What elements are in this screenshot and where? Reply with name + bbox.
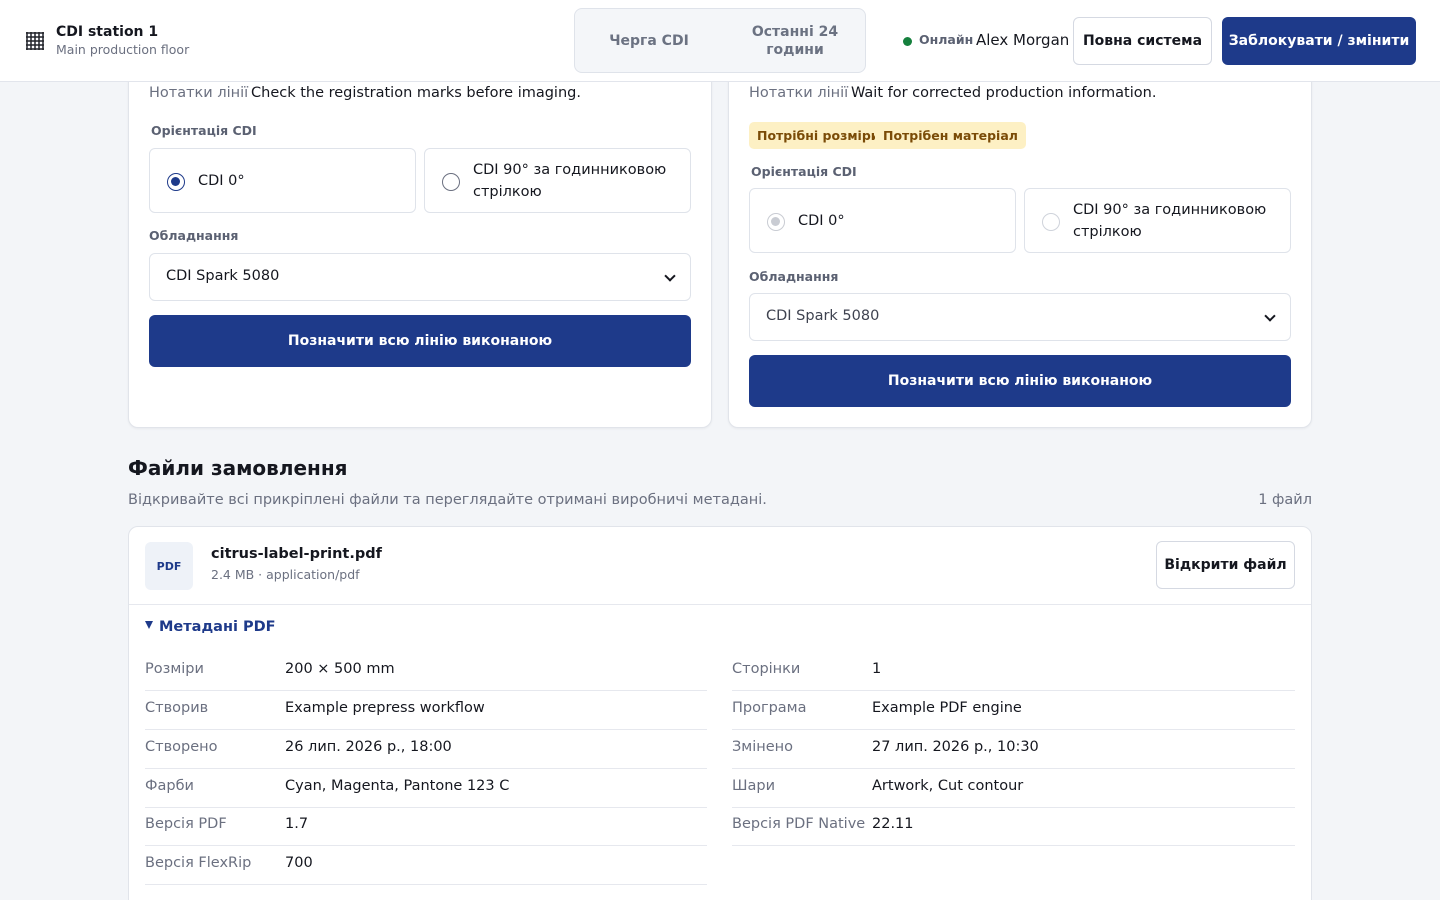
line-notes-value: Wait for corrected production informatio…: [851, 85, 1157, 101]
divider: [129, 604, 1311, 605]
metadata-value: 27 лип. 2026 р., 10:30: [872, 739, 1039, 755]
radio-unchecked-disabled-icon[interactable]: [1042, 213, 1060, 231]
mark-line-done-button[interactable]: Позначити всю лінію виконаною: [749, 355, 1291, 407]
online-status-dot-icon: [903, 37, 912, 46]
metadata-row: Версія FlexRip 700: [145, 846, 707, 885]
metadata-key: Версія PDF Native: [732, 816, 866, 832]
metadata-value: Cyan, Magenta, Pantone 123 C: [285, 778, 510, 794]
metadata-value: Example PDF engine: [872, 700, 1022, 716]
line-card: Нотатки лінії Check the registration mar…: [128, 60, 712, 428]
metadata-key: Сторінки: [732, 661, 801, 677]
metadata-key: Версія PDF: [145, 816, 227, 832]
metadata-row: Розміри 200 × 500 mm: [145, 652, 707, 691]
line-notes-label: Нотатки лінії: [149, 85, 249, 101]
metadata-key: Шари: [732, 778, 776, 794]
radio-unchecked-icon[interactable]: [442, 173, 460, 191]
metadata-key: Розміри: [145, 661, 204, 677]
tab-last-24-hours-label: Останні 24 години: [751, 23, 839, 58]
metadata-value: Example prepress workflow: [285, 700, 485, 716]
mark-line-done-button[interactable]: Позначити всю лінію виконаною: [149, 315, 691, 367]
online-status-label: Онлайн: [919, 32, 974, 47]
orientation-option-label: CDI 0°: [798, 213, 845, 229]
station-grid-icon: [26, 32, 44, 50]
pdf-metadata-toggle[interactable]: Метадані PDF: [145, 619, 276, 635]
metadata-key: Фарби: [145, 778, 194, 794]
equipment-label: Обладнання: [749, 269, 839, 284]
triangle-down-icon: [145, 621, 153, 629]
view-tabs: Черга CDI Останні 24 години: [574, 8, 866, 73]
metadata-row: Створив Example prepress workflow: [145, 691, 707, 730]
orientation-label: Орієнтація CDI: [151, 123, 257, 138]
orientation-option-label: CDI 90° за годинниковою стрілкою: [473, 162, 667, 200]
chevron-down-icon: [1264, 310, 1276, 322]
file-name: citrus-label-print.pdf: [211, 546, 382, 562]
metadata-value: 200 × 500 mm: [285, 661, 395, 677]
metadata-key: Створено: [145, 739, 218, 755]
equipment-select-value: CDI Spark 5080: [166, 268, 280, 284]
metadata-key: Програма: [732, 700, 807, 716]
lock-change-button[interactable]: Заблокувати / змінити: [1222, 17, 1416, 65]
open-file-button[interactable]: Відкрити файл: [1156, 541, 1295, 589]
chevron-down-icon: [664, 270, 676, 282]
metadata-row: Сторінки 1: [732, 652, 1295, 691]
radio-checked-disabled-icon[interactable]: [767, 213, 785, 231]
top-bar: CDI station 1 Main production floor Черг…: [0, 0, 1440, 82]
metadata-row: Програма Example PDF engine: [732, 691, 1295, 730]
pdf-file-icon: PDF: [145, 542, 193, 590]
radio-checked-icon[interactable]: [167, 173, 185, 191]
metadata-key: Створив: [145, 700, 209, 716]
equipment-select[interactable]: CDI Spark 5080: [749, 293, 1291, 341]
metadata-value: 22.11: [872, 816, 914, 832]
files-count: 1 файл: [1258, 492, 1312, 508]
equipment-label: Обладнання: [149, 228, 239, 243]
orientation-option-90[interactable]: CDI 90° за годинниковою стрілкою: [1024, 188, 1291, 253]
metadata-row: Фарби Cyan, Magenta, Pantone 123 C: [145, 769, 707, 808]
station-title: CDI station 1: [56, 24, 159, 40]
full-system-button[interactable]: Повна система: [1073, 17, 1212, 65]
metadata-key: Версія FlexRip: [145, 855, 252, 871]
scrolled-content-fragment: [150, 0, 280, 22]
user-name: Alex Morgan: [976, 31, 1070, 49]
orientation-option-0[interactable]: CDI 0°: [749, 188, 1016, 253]
metadata-value: Artwork, Cut contour: [872, 778, 1024, 794]
files-section-subtitle: Відкривайте всі прикріплені файли та пер…: [128, 492, 767, 508]
warning-badge: Потрібен матеріал: [875, 122, 1026, 149]
tab-cdi-queue[interactable]: Черга CDI: [575, 9, 723, 72]
warning-badge: Потрібні розміри: [749, 122, 888, 149]
line-notes-value: Check the registration marks before imag…: [251, 85, 581, 101]
file-card: PDF citrus-label-print.pdf 2.4 MB · appl…: [128, 526, 1312, 900]
file-size-type: 2.4 MB · application/pdf: [211, 567, 360, 582]
station-subtitle: Main production floor: [56, 42, 190, 57]
orientation-option-90[interactable]: CDI 90° за годинниковою стрілкою: [424, 148, 691, 213]
tab-last-24-hours[interactable]: Останні 24 години: [723, 9, 867, 72]
line-notes-label: Нотатки лінії: [749, 85, 849, 101]
orientation-option-label: CDI 0°: [198, 173, 245, 189]
orientation-label: Орієнтація CDI: [751, 164, 857, 179]
metadata-row: Шари Artwork, Cut contour: [732, 769, 1295, 808]
orientation-option-label: CDI 90° за годинниковою стрілкою: [1073, 202, 1267, 240]
orientation-option-0[interactable]: CDI 0°: [149, 148, 416, 213]
metadata-value: 1.7: [285, 816, 309, 832]
line-card: Нотатки лінії Wait for corrected product…: [728, 60, 1312, 428]
metadata-row: Версія PDF 1.7: [145, 807, 707, 846]
metadata-row: Змінено 27 лип. 2026 р., 10:30: [732, 730, 1295, 769]
metadata-row: Версія PDF Native 22.11: [732, 807, 1295, 846]
pdf-metadata-title: Метадані PDF: [159, 619, 276, 635]
metadata-value: 700: [285, 855, 313, 871]
equipment-select-value: CDI Spark 5080: [766, 308, 880, 324]
equipment-select[interactable]: CDI Spark 5080: [149, 253, 691, 301]
metadata-row: Створено 26 лип. 2026 р., 18:00: [145, 730, 707, 769]
metadata-value: 1: [872, 661, 882, 677]
metadata-value: 26 лип. 2026 р., 18:00: [285, 739, 452, 755]
metadata-key: Змінено: [732, 739, 794, 755]
files-section-title: Файли замовлення: [128, 456, 348, 480]
